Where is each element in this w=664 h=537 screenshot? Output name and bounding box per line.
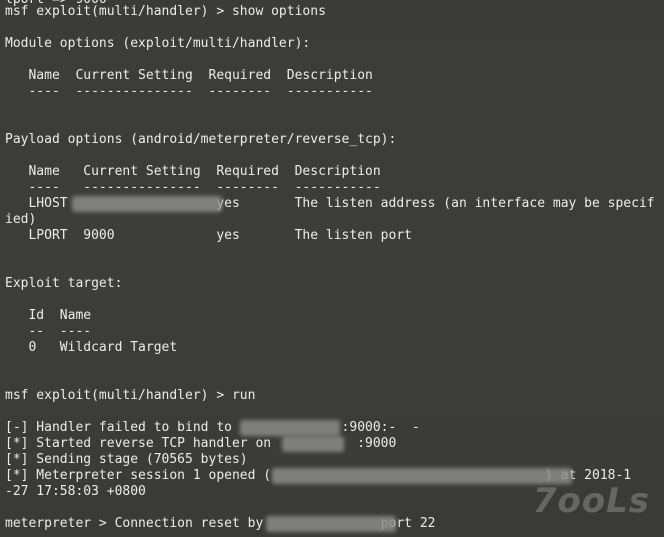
terminal-window[interactable]: lport => 9000 msf exploit(multi/handler)…	[0, 0, 664, 537]
terminal-line: 0 Wildcard Target	[5, 340, 178, 355]
terminal-line: ---- --------------- -------- ----------…	[5, 84, 373, 99]
redaction-blur	[72, 196, 222, 212]
terminal-line: ied)	[5, 212, 37, 227]
terminal-line: Module options (exploit/multi/handler):	[5, 36, 311, 51]
redaction-blur	[266, 516, 396, 532]
terminal-line: Id Name	[5, 308, 92, 323]
terminal-line: ---- --------------- -------- ----------…	[5, 180, 381, 195]
terminal-line: Name Current Setting Required Descriptio…	[5, 164, 381, 179]
terminal-line: -27 17:58:03 +0800	[5, 484, 146, 499]
redaction-blur	[272, 468, 572, 484]
watermark-logo: 7ooLs	[532, 481, 650, 521]
redaction-blur	[240, 420, 340, 436]
terminal-line: msf exploit(multi/handler) > run	[5, 388, 256, 403]
terminal-line: LPORT 9000 yes The listen port	[5, 228, 412, 243]
terminal-line: msf exploit(multi/handler) > show option…	[5, 4, 326, 19]
terminal-line: Exploit target:	[5, 276, 123, 291]
terminal-line: Name Current Setting Required Descriptio…	[5, 68, 373, 83]
terminal-line: [*] Sending stage (70565 bytes)	[5, 452, 248, 467]
redaction-blur	[282, 436, 344, 452]
terminal-line: Payload options (android/meterpreter/rev…	[5, 132, 397, 147]
terminal-line: -- ----	[5, 324, 92, 339]
terminal-line: [-] Handler failed to bind to :9000:- -	[5, 420, 420, 435]
